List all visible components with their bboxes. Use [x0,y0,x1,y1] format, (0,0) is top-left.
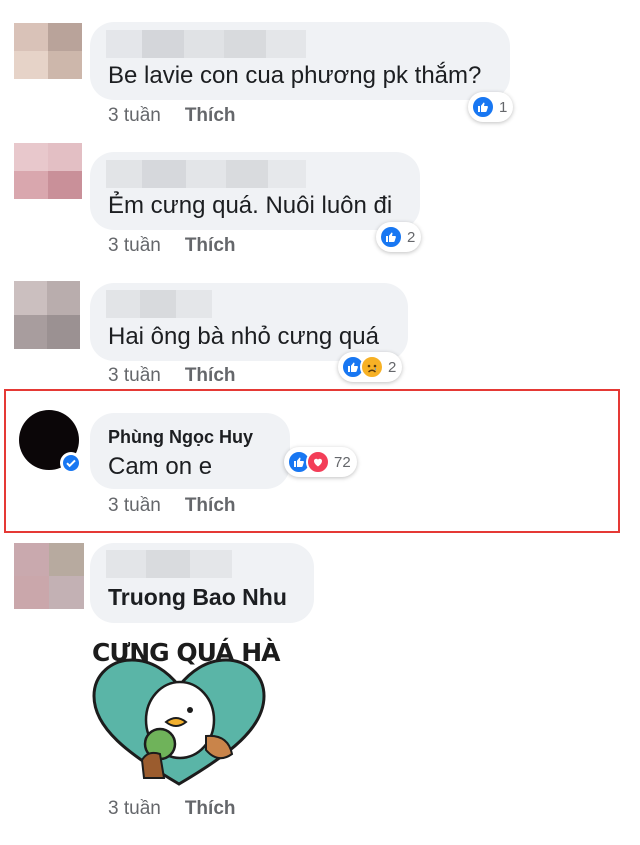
comment-time[interactable]: 3 tuần [108,798,161,819]
like-icon [471,95,495,119]
comment-time[interactable]: 3 tuần [108,105,161,126]
comment-meta: 3 tuần Thích [108,495,236,517]
reaction-summary[interactable]: 1 [468,92,514,122]
comment-meta: 3 tuần Thích [108,798,236,820]
author-name-blurred[interactable] [106,550,232,578]
comment-text: Ẻm cưng quá. Nuôi luôn đi [108,192,393,219]
avatar[interactable] [14,281,80,349]
reaction-count: 72 [334,453,351,471]
comment-meta: 3 tuần Thích [108,105,236,127]
like-button[interactable]: Thích [185,495,236,516]
author-name-blurred[interactable] [106,160,306,188]
verified-badge-icon [60,452,82,474]
sad-icon [360,355,384,379]
reaction-count: 1 [499,98,508,116]
sticker: CƯNG QUÁ HÀ [88,636,280,786]
author-name[interactable]: Phùng Ngọc Huy [108,427,253,448]
reaction-count: 2 [407,228,416,246]
like-button[interactable]: Thích [185,798,236,819]
reaction-summary[interactable]: 2 [338,352,403,382]
like-button[interactable]: Thích [185,235,236,256]
tagged-name[interactable]: Truong Bao Nhu [108,584,287,611]
comment-time[interactable]: 3 tuần [108,235,161,256]
reaction-count: 2 [388,358,397,376]
avatar[interactable] [14,543,84,609]
comment-meta: 3 tuần Thích [108,365,236,387]
like-button[interactable]: Thích [185,365,236,386]
sticker-title: CƯNG QUÁ HÀ [92,638,280,667]
avatar[interactable] [14,143,82,199]
comment-text: Hai ông bà nhỏ cưng quá [108,323,379,350]
like-icon [379,225,403,249]
comment-time[interactable]: 3 tuần [108,365,161,386]
comment-text: Be lavie con cua phương pk thắm? [108,62,482,89]
comment-text: Cam on e [108,453,213,480]
comment-time[interactable]: 3 tuần [108,495,161,516]
like-button[interactable]: Thích [185,105,236,126]
comment-meta: 3 tuần Thích [108,235,236,257]
reaction-summary[interactable]: 2 [376,222,422,252]
avatar[interactable] [14,23,82,79]
love-icon [306,450,330,474]
reaction-summary[interactable]: 72 [284,447,357,477]
author-name-blurred[interactable] [106,30,306,58]
author-name-blurred[interactable] [106,290,212,318]
